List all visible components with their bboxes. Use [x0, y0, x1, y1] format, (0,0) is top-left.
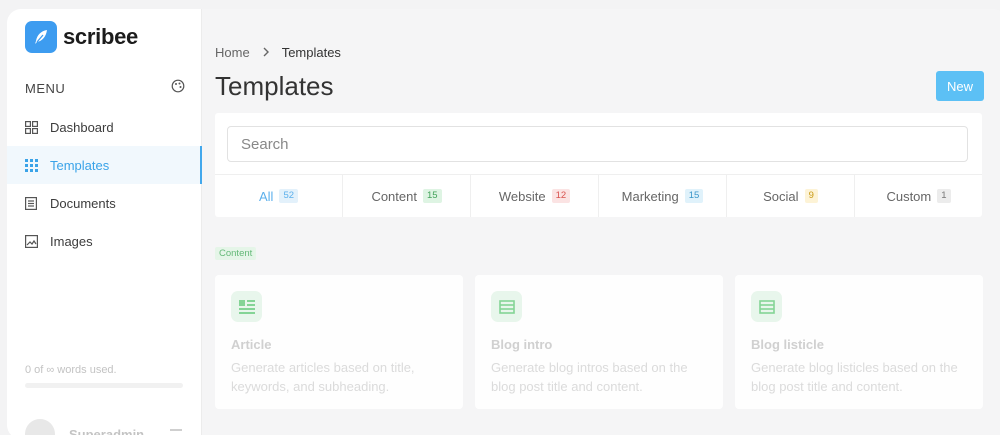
breadcrumb-home[interactable]: Home [215, 45, 250, 60]
palette-icon[interactable] [171, 79, 185, 98]
count-badge: 1 [937, 189, 951, 203]
breadcrumb-current: Templates [281, 45, 341, 60]
search-input[interactable] [227, 126, 968, 162]
template-card-article[interactable]: Article Generate articles based on title… [215, 275, 463, 409]
section-tag: Content [215, 247, 257, 260]
template-card-blog-intro[interactable]: Blog intro Generate blog intros based on… [475, 275, 723, 409]
tab-label: Social [763, 188, 799, 204]
count-badge: 52 [279, 189, 299, 203]
sidebar-item-dashboard[interactable]: Dashboard [7, 108, 202, 146]
user-profile[interactable]: Superadmin [25, 419, 144, 435]
tab-content[interactable]: Content 15 [343, 175, 471, 217]
grid-icon [24, 120, 38, 134]
feather-icon [25, 21, 57, 53]
menu-label: MENU [25, 81, 66, 96]
sidebar-item-label: Documents [50, 195, 116, 211]
tab-website[interactable]: Website 12 [471, 175, 599, 217]
sidebar: scribee MENU Dashboard Templates Documen… [7, 9, 202, 435]
filter-panel: All 52 Content 15 Website 12 Marketing 1… [215, 113, 982, 217]
chevron-right-icon [262, 45, 270, 60]
card-title: Article [231, 337, 272, 352]
menu-header: MENU [25, 79, 185, 98]
sidebar-item-label: Dashboard [50, 119, 114, 135]
tab-label: Content [371, 188, 417, 204]
count-badge: 15 [684, 189, 704, 203]
count-badge: 12 [551, 189, 571, 203]
tab-marketing[interactable]: Marketing 15 [599, 175, 727, 217]
count-badge: 9 [804, 189, 818, 203]
tab-label: Website [498, 188, 546, 204]
document-icon [24, 196, 38, 210]
sidebar-item-images[interactable]: Images [7, 222, 202, 260]
user-menu-icon[interactable] [170, 429, 182, 431]
card-description: Generate blog listicles based on the blo… [751, 360, 958, 394]
blog-icon [491, 291, 522, 322]
tab-social[interactable]: Social 9 [727, 175, 855, 217]
tab-label: Marketing [621, 188, 679, 204]
template-card-blog-listicle[interactable]: Blog listicle Generate blog listicles ba… [735, 275, 983, 409]
count-badge: 15 [422, 189, 442, 203]
image-icon [24, 234, 38, 248]
sidebar-item-documents[interactable]: Documents [7, 184, 202, 222]
main-content: Home Templates Templates New All 52 Cont… [215, 9, 985, 435]
usage-progress-bar [25, 383, 183, 388]
page-title: Templates [215, 71, 334, 101]
tab-all[interactable]: All 52 [215, 175, 343, 217]
sidebar-menu: Dashboard Templates Documents Images [7, 108, 202, 260]
card-title: Blog listicle [751, 337, 824, 352]
app-window: scribee MENU Dashboard Templates Documen… [7, 9, 1000, 435]
breadcrumb: Home Templates [215, 45, 341, 60]
card-description: Generate articles based on title, keywor… [231, 360, 415, 394]
sidebar-item-label: Templates [50, 157, 110, 173]
dots-grid-icon [24, 158, 38, 172]
logo-text: scribee [63, 24, 138, 49]
card-title: Blog intro [491, 337, 553, 352]
usage-text: 0 of ∞ words used. [25, 364, 117, 376]
sidebar-item-templates[interactable]: Templates [7, 146, 202, 184]
logo[interactable]: scribee [25, 21, 138, 53]
tab-label: Custom [886, 188, 932, 204]
new-button[interactable]: New [936, 71, 984, 101]
article-icon [231, 291, 262, 322]
tab-label: All [258, 188, 274, 204]
avatar [25, 419, 55, 435]
card-description: Generate blog intros based on the blog p… [491, 360, 688, 394]
tab-custom[interactable]: Custom 1 [855, 175, 982, 217]
category-tabs: All 52 Content 15 Website 12 Marketing 1… [215, 174, 982, 217]
list-icon [751, 291, 782, 322]
user-name: Superadmin [69, 426, 145, 435]
sidebar-item-label: Images [50, 233, 93, 249]
